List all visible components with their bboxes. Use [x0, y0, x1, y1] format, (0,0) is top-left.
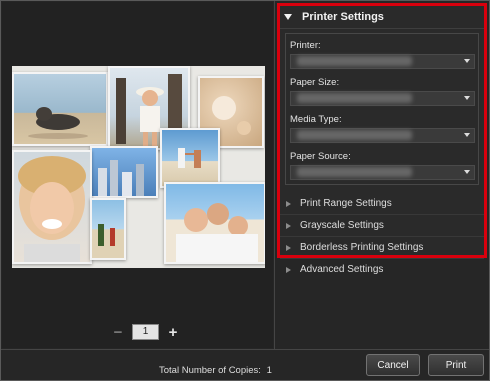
media-type-label: Media Type: [290, 114, 342, 125]
section-label: Borderless Printing Settings [300, 242, 424, 253]
printer-settings-fields: Printer: Paper Size: Media Type: Paper S… [285, 33, 479, 185]
pane-divider [274, 1, 275, 349]
print-preview-dialog: − 1 + Printer Settings Printer: Paper Si… [0, 0, 490, 381]
section-label: Grayscale Settings [300, 220, 384, 231]
printer-label: Printer: [290, 40, 321, 51]
dropdown-arrow-icon [464, 170, 470, 174]
dropdown-arrow-icon [464, 133, 470, 137]
minus-icon[interactable]: − [110, 324, 126, 341]
advanced-settings-section[interactable]: Advanced Settings [280, 259, 484, 280]
redacted-value [297, 93, 412, 103]
collapsed-triangle-icon [286, 200, 291, 207]
section-label: Print Range Settings [300, 198, 392, 209]
total-copies: Total Number of Copies: 1 [159, 365, 272, 376]
beach-couple-photo [160, 128, 220, 188]
family-photo [164, 182, 265, 264]
collapsed-triangle-icon [286, 244, 291, 251]
seal-shape [28, 107, 88, 139]
kids-beach-photo [90, 198, 126, 260]
girl-face [18, 156, 86, 262]
paper-size-label: Paper Size: [290, 77, 340, 88]
kids-figures [98, 224, 115, 246]
print-range-settings-section[interactable]: Print Range Settings [280, 193, 484, 215]
redacted-value [297, 130, 412, 140]
dropdown-arrow-icon [464, 96, 470, 100]
seal-photo [12, 72, 108, 146]
collapsed-triangle-icon [286, 266, 291, 273]
printer-settings-header[interactable]: Printer Settings [280, 6, 484, 29]
section-label: Advanced Settings [300, 264, 384, 275]
media-type-select[interactable] [290, 128, 475, 143]
printer-settings-title: Printer Settings [302, 11, 384, 23]
paper-source-select[interactable] [290, 165, 475, 180]
collage-preview-image [12, 66, 265, 268]
city-photo [90, 146, 158, 198]
cancel-button[interactable]: Cancel [366, 354, 420, 376]
dropdown-arrow-icon [464, 59, 470, 63]
paper-source-label: Paper Source: [290, 151, 351, 162]
borderless-printing-settings-section[interactable]: Borderless Printing Settings [280, 237, 484, 259]
expanded-triangle-icon [284, 14, 292, 20]
family-faces [176, 203, 258, 262]
redacted-value [297, 56, 412, 66]
plus-icon[interactable]: + [165, 324, 181, 341]
printer-select[interactable] [290, 54, 475, 69]
print-button[interactable]: Print [428, 354, 484, 376]
total-copies-value: 1 [266, 365, 272, 376]
redacted-value [297, 167, 412, 177]
page-navigator: − 1 + [110, 324, 181, 341]
paper-size-select[interactable] [290, 91, 475, 106]
footer-divider [1, 349, 489, 350]
preview-pane: − 1 + [2, 2, 273, 348]
page-number-field[interactable]: 1 [132, 324, 159, 340]
smiling-girl-photo [12, 150, 92, 264]
grayscale-settings-section[interactable]: Grayscale Settings [280, 215, 484, 237]
couple-figures [178, 148, 201, 168]
buildings [98, 160, 144, 196]
settings-panel: Printer Settings Printer: Paper Size: Me… [277, 3, 487, 275]
collapsed-triangle-icon [286, 222, 291, 229]
total-copies-label: Total Number of Copies: [159, 365, 261, 376]
